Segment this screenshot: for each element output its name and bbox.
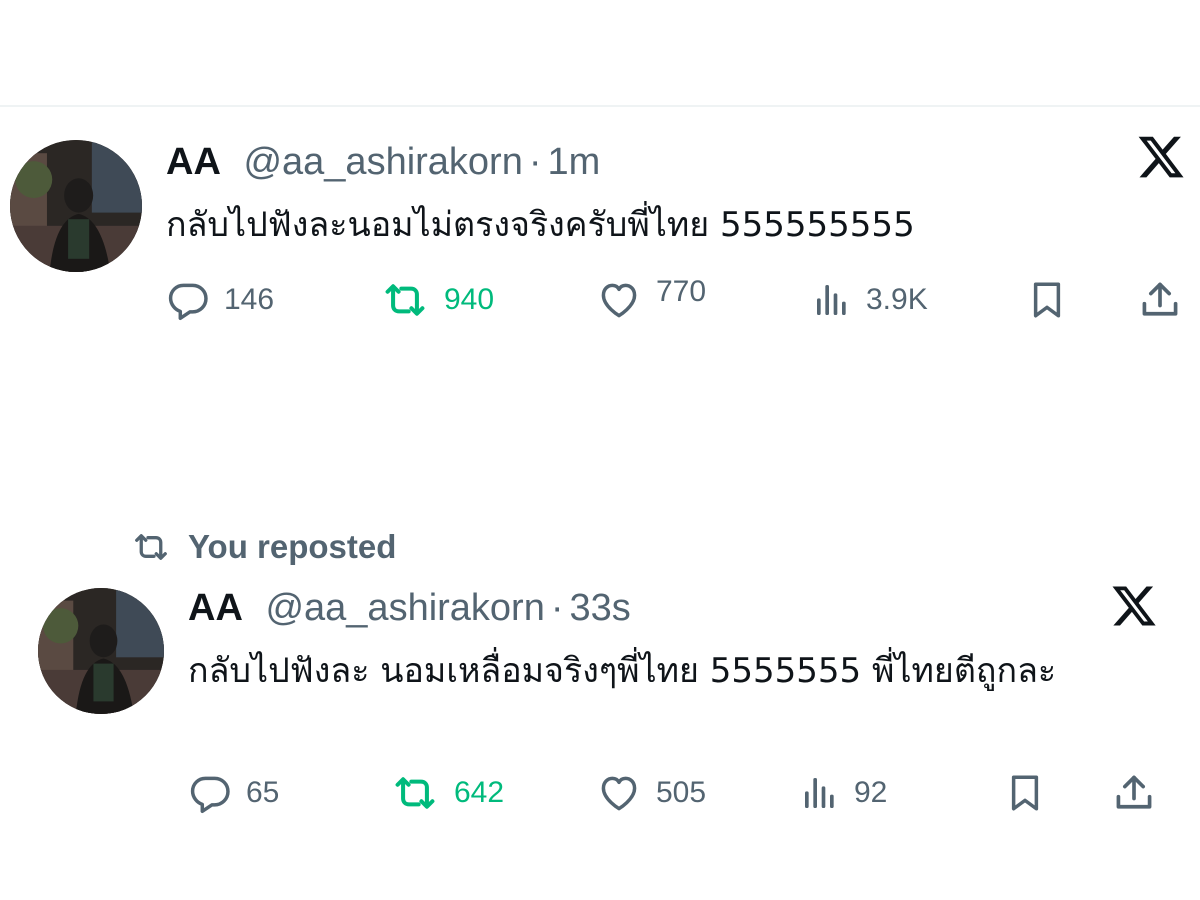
- display-name[interactable]: AA: [188, 587, 243, 629]
- bookmark-icon: [1011, 775, 1039, 811]
- avatar[interactable]: [38, 588, 164, 714]
- repost-button[interactable]: 642: [390, 768, 504, 818]
- like-count: 505: [656, 776, 707, 809]
- separator-dot: ·: [550, 587, 564, 629]
- share-button[interactable]: [1112, 768, 1156, 818]
- tweet-text: กลับไปฟังละ นอมเหลื่อมจริงๆพี่ไทย 555555…: [188, 651, 1057, 691]
- repost-arrows-icon: [395, 777, 435, 809]
- x-logo-icon: [1110, 582, 1158, 634]
- repost-count: 642: [454, 776, 505, 809]
- tweet-header: AA @aa_ashirakorn · 33s: [188, 586, 631, 630]
- reply-count: 65: [246, 776, 280, 809]
- tweet-actions: 65 642 505 92: [0, 768, 1200, 818]
- reply-button[interactable]: 65: [188, 768, 279, 818]
- bookmark-button[interactable]: [1004, 768, 1046, 818]
- tweet-2[interactable]: AA @aa_ashirakorn · 33s กลับไปฟังละ นอมเหล…: [0, 0, 1200, 900]
- timestamp[interactable]: 33s: [570, 587, 631, 629]
- username-handle[interactable]: @aa_ashirakorn: [265, 587, 544, 629]
- views-bar-chart-icon: [805, 778, 834, 808]
- share-upload-icon: [1116, 775, 1152, 809]
- views-count: 92: [854, 776, 888, 809]
- views-button[interactable]: 92: [800, 768, 887, 818]
- avatar-photo-icon: [38, 588, 164, 714]
- reply-bubble-icon: [190, 776, 230, 814]
- heart-icon: [601, 776, 637, 811]
- like-button[interactable]: 505: [596, 768, 706, 818]
